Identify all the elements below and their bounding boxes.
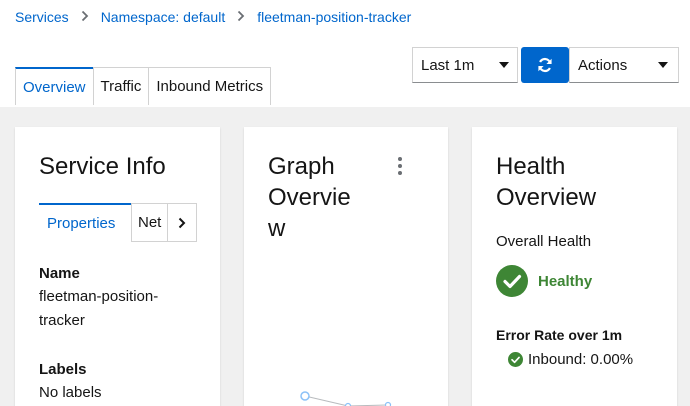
inbound-error-rate: Inbound: 0.00%	[508, 351, 633, 368]
toolbar: Last 1m Actions	[412, 47, 679, 83]
caret-down-icon	[499, 62, 509, 68]
tab-traffic[interactable]: Traffic	[92, 67, 150, 105]
caret-down-icon	[658, 62, 668, 68]
breadcrumb-namespace[interactable]: Namespace: default	[101, 9, 226, 25]
error-rate-label: Error Rate over 1m	[496, 327, 623, 343]
time-range-select[interactable]: Last 1m	[412, 47, 518, 83]
health-overview-card: Health Overview Overall Health Healthy E…	[472, 127, 677, 406]
tab-network[interactable]: Net	[131, 203, 167, 242]
name-label: Name	[39, 265, 80, 282]
service-info-tabs: Properties Net	[39, 203, 197, 242]
breadcrumb: Services Namespace: default fleetman-pos…	[15, 9, 411, 25]
overall-health-label: Overall Health	[496, 233, 592, 250]
name-value: fleetman-position-tracker	[39, 288, 159, 329]
scroll-right-button[interactable]	[167, 203, 197, 242]
graph-overview-title: Graph Overview	[268, 153, 351, 242]
kebab-menu-icon[interactable]	[398, 157, 404, 175]
health-status: Healthy	[496, 265, 592, 297]
breadcrumb-service[interactable]: fleetman-position-tracker	[257, 9, 411, 25]
labels-value: No labels	[39, 384, 102, 401]
actions-dropdown[interactable]: Actions	[569, 47, 679, 83]
chevron-right-icon	[178, 217, 186, 228]
check-circle-icon	[508, 352, 523, 367]
inbound-value: Inbound: 0.00%	[528, 351, 634, 368]
time-range-value: Last 1m	[421, 56, 475, 74]
refresh-button[interactable]	[521, 47, 569, 83]
labels-label: Labels	[39, 361, 87, 378]
tab-properties[interactable]: Properties	[39, 203, 131, 242]
service-info-card: Service Info Properties Net Name fleetma…	[15, 127, 220, 406]
refresh-icon	[538, 57, 552, 73]
check-circle-icon	[496, 265, 528, 297]
breadcrumb-separator-icon	[81, 10, 89, 25]
mini-graph[interactable]	[294, 389, 404, 406]
tab-overview[interactable]: Overview	[15, 67, 94, 105]
actions-label: Actions	[578, 56, 628, 74]
health-status-text: Healthy	[538, 272, 593, 290]
breadcrumb-services[interactable]: Services	[15, 9, 69, 25]
health-overview-title: Health Overview	[496, 153, 597, 211]
graph-overview-card: Graph Overview	[244, 127, 448, 406]
tab-inbound-metrics[interactable]: Inbound Metrics	[148, 67, 272, 105]
breadcrumb-separator-icon	[237, 10, 245, 25]
main-tabs: Overview Traffic Inbound Metrics	[15, 67, 272, 105]
service-info-title: Service Info	[39, 153, 166, 180]
